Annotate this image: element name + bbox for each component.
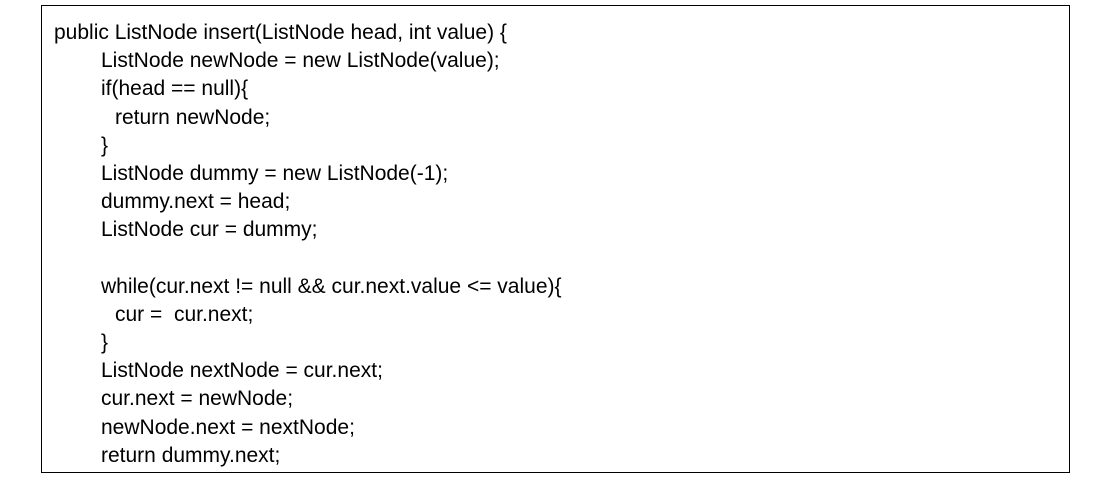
code-line: if(head == null){ [101,77,249,101]
code-line: dummy.next = head; [101,190,291,214]
code-line: ListNode cur = dummy; [101,218,318,242]
code-box: public ListNode insert(ListNode head, in… [41,5,1070,473]
code-line: return dummy.next; [101,443,281,467]
code-line: } [101,331,109,355]
code-line: newNode.next = nextNode; [101,415,355,439]
code-line: ListNode newNode = new ListNode(value); [101,49,500,73]
code-line: cur = cur.next; [115,302,254,326]
code-line: } [101,133,109,157]
code-line: return newNode; [115,105,271,129]
code-line: while(cur.next != null && cur.next.value… [101,274,562,298]
code-line: ListNode nextNode = cur.next; [101,359,383,383]
code-block: public ListNode insert(ListNode head, in… [54,19,1059,470]
code-line: ListNode dummy = new ListNode(-1); [101,161,449,185]
code-line: cur.next = newNode; [101,387,294,411]
code-line: public ListNode insert(ListNode head, in… [54,21,507,44]
